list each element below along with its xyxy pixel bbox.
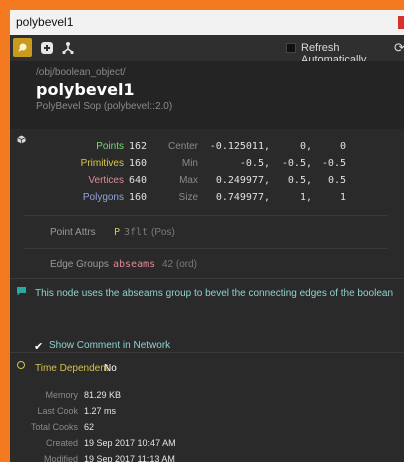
max-y: 0.5, (287, 175, 312, 186)
point-attr-type: 3flt (124, 227, 149, 238)
max-z: 0.5 (327, 175, 346, 186)
memory-value: 81.29 KB (84, 390, 122, 400)
window-title: polybevel1 (16, 15, 74, 29)
close-button[interactable] (398, 16, 404, 29)
center-z: 0 (339, 141, 346, 152)
title-bar: polybevel1 (10, 10, 404, 35)
divider (24, 248, 388, 249)
created-value: 19 Sep 2017 10:47 AM (84, 438, 176, 448)
last-cook-label: Last Cook (37, 406, 78, 416)
point-attrs-label: Point Attrs (50, 227, 96, 238)
memory-label: Memory (45, 390, 78, 400)
center-y: 0, (299, 141, 312, 152)
refresh-icon[interactable]: ⟳ (394, 40, 404, 56)
time-dependent-value: No (104, 363, 117, 374)
node-header: /obj/boolean_object/ polybevel1 PolyBeve… (10, 61, 404, 129)
add-icon[interactable] (40, 41, 54, 55)
modified-label: Modified (43, 454, 78, 462)
min-x: -0.5, (239, 158, 270, 169)
vertices-label: Vertices (88, 175, 124, 186)
node-info-window: polybevel1 Refresh Automatically ⟳ /obj/… (10, 10, 404, 462)
clock-icon (17, 361, 25, 369)
point-attr-note: (Pos) (151, 227, 175, 238)
speech-bubble-icon (17, 287, 26, 296)
comment-section: This node uses the abseams group to beve… (10, 278, 404, 353)
time-dependent-label: Time Dependent (35, 363, 109, 374)
pin-icon (18, 43, 27, 52)
vertices-value: 640 (129, 175, 148, 186)
created-label: Created (45, 438, 78, 448)
time-dependent-row: Time Dependent No (10, 352, 404, 382)
cook-stats: Memory 81.29 KB Last Cook 1.27 ms Total … (10, 381, 404, 462)
point-attr-name: P (114, 227, 121, 238)
node-type: PolyBevel Sop (polybevel::2.0) (36, 101, 173, 112)
edge-groups-label: Edge Groups (50, 259, 109, 270)
divider (24, 215, 388, 216)
size-x: 0.749977, (215, 192, 270, 203)
points-value: 162 (129, 141, 148, 152)
size-y: 1, (299, 192, 312, 203)
min-y: -0.5, (281, 158, 312, 169)
points-label: Points (96, 141, 124, 152)
size-z: 1 (339, 192, 346, 203)
primitives-value: 160 (129, 158, 148, 169)
center-x: -0.125011, (209, 141, 270, 152)
edge-group-name: abseams (113, 259, 156, 270)
size-label: Size (178, 192, 198, 203)
geometry-cube-icon (17, 135, 26, 144)
primitives-label: Primitives (80, 158, 124, 169)
max-label: Max (179, 175, 198, 186)
pin-button[interactable] (13, 38, 32, 57)
modified-value: 19 Sep 2017 11:13 AM (84, 454, 175, 462)
toolbar: Refresh Automatically ⟳ (10, 35, 404, 66)
last-cook-value: 1.27 ms (84, 406, 117, 416)
min-label: Min (181, 158, 198, 169)
tree-icon[interactable] (61, 41, 75, 55)
max-x: 0.249977, (215, 175, 270, 186)
total-cooks-label: Total Cooks (30, 422, 78, 432)
polygons-label: Polygons (82, 192, 124, 203)
show-comment-label[interactable]: Show Comment in Network (49, 340, 170, 351)
refresh-checkbox[interactable] (286, 43, 296, 53)
geometry-section: Points 162 Primitives 160 Vertices 640 P… (10, 129, 404, 278)
node-path: /obj/boolean_object/ (36, 67, 126, 78)
min-z: -0.5 (321, 158, 346, 169)
total-cooks-value: 62 (84, 422, 95, 432)
edge-group-note: 42 (ord) (162, 259, 198, 270)
center-label: Center (167, 141, 198, 152)
comment-text: This node uses the abseams group to beve… (35, 288, 394, 299)
node-name: polybevel1 (36, 80, 135, 99)
polygons-value: 160 (129, 192, 148, 203)
